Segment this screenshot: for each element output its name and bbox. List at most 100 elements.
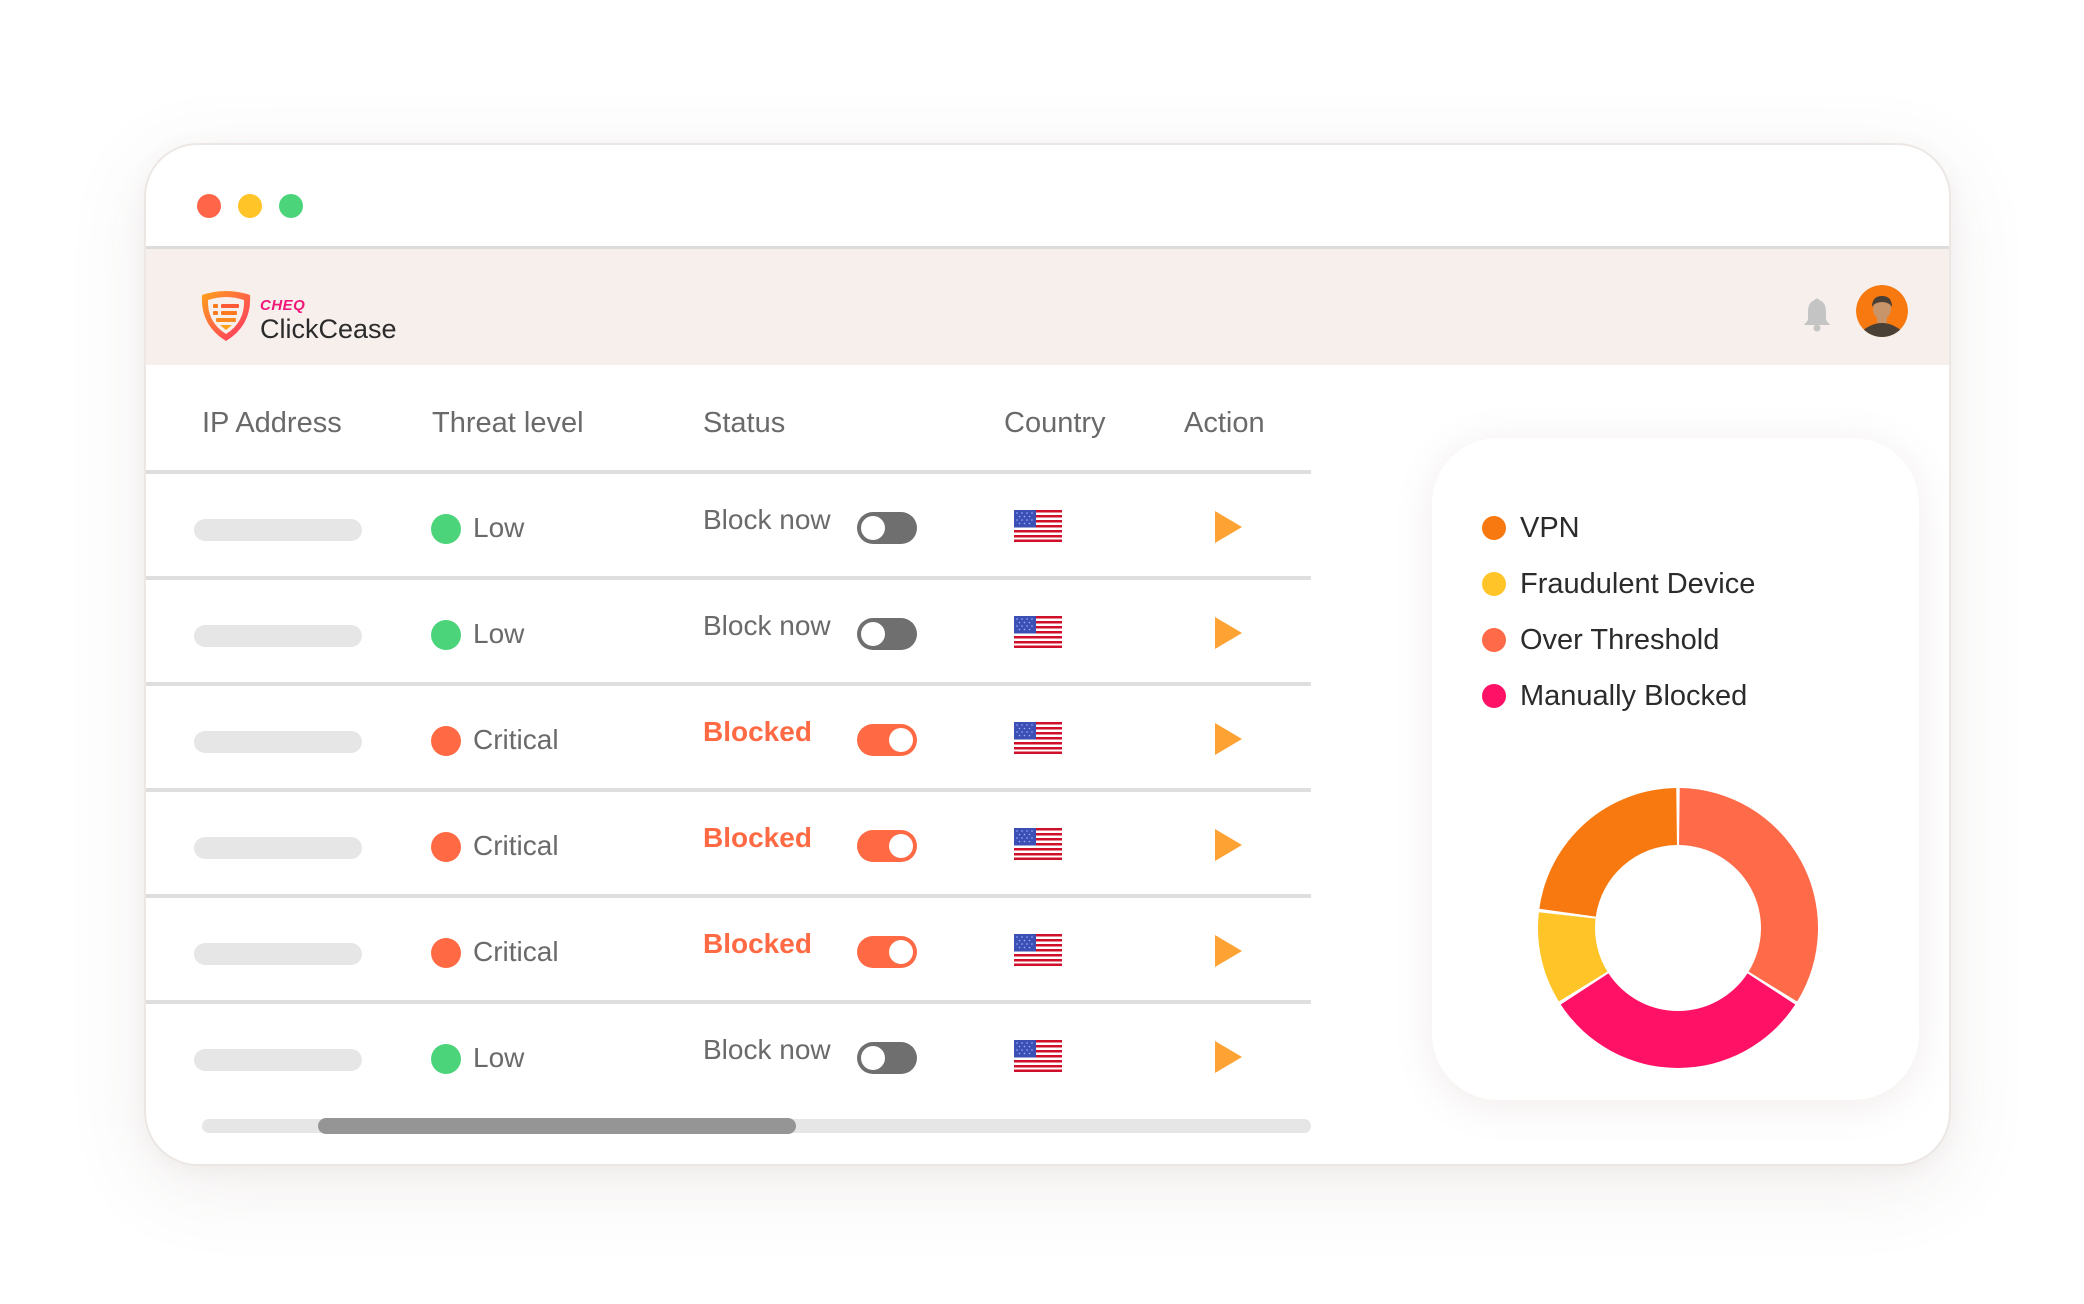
chart-legend: VPN Fraudulent Device Over Threshold Manual… (1482, 500, 1755, 724)
status-label: Blocked (703, 716, 812, 747)
us-flag-icon (1014, 934, 1062, 966)
notification-bell-icon[interactable] (1802, 298, 1832, 332)
play-icon (1215, 723, 1242, 755)
title-bar (146, 145, 1949, 249)
table-row[interactable]: Critical Blocked (146, 792, 1311, 898)
threat-level-indicator (431, 620, 461, 650)
legend-swatch (1482, 516, 1506, 540)
ip-threat-table: IP Address Threat level Status Country A… (146, 365, 1311, 1110)
threat-level-indicator (431, 938, 461, 968)
donut-slice-over-threshold[interactable] (1679, 788, 1818, 1002)
legend-label: VPN (1520, 511, 1580, 544)
legend-item[interactable]: Fraudulent Device (1482, 556, 1755, 612)
toggle-knob (861, 516, 885, 540)
legend-swatch (1482, 572, 1506, 596)
legend-label: Fraudulent Device (1520, 567, 1756, 600)
block-toggle[interactable] (857, 1042, 917, 1074)
play-action-button[interactable] (1213, 1040, 1243, 1074)
toggle-knob (889, 940, 913, 964)
threat-level-indicator (431, 1044, 461, 1074)
ip-address-placeholder (194, 943, 362, 965)
us-flag-icon (1014, 616, 1062, 648)
status-label: Block now (703, 1034, 831, 1065)
table-body: Low Block now Low Block now Critical Blo… (146, 474, 1311, 1110)
ip-address-placeholder (194, 625, 362, 647)
ip-address-placeholder (194, 837, 362, 859)
table-header: IP Address Threat level Status Country A… (146, 365, 1311, 474)
brand-name-label: ClickCease (260, 314, 397, 344)
ip-address-placeholder (194, 731, 362, 753)
play-icon (1215, 511, 1242, 543)
horizontal-scrollbar[interactable] (202, 1118, 1311, 1134)
play-icon (1215, 617, 1242, 649)
legend-label: Manually Blocked (1520, 679, 1748, 712)
threat-level-label: Low (473, 618, 525, 649)
close-window-button[interactable] (197, 194, 221, 218)
toggle-knob (889, 834, 913, 858)
column-header-action[interactable]: Action (1184, 407, 1265, 440)
table-row[interactable]: Low Block now (146, 474, 1311, 580)
play-action-button[interactable] (1213, 722, 1243, 756)
ip-address-placeholder (194, 519, 362, 541)
play-icon (1215, 935, 1242, 967)
play-action-button[interactable] (1213, 510, 1243, 544)
legend-item[interactable]: VPN (1482, 500, 1755, 556)
legend-item[interactable]: Manually Blocked (1482, 668, 1755, 724)
column-header-threat-level[interactable]: Threat level (432, 407, 584, 440)
threat-level-label: Critical (473, 724, 559, 755)
minimize-window-button[interactable] (238, 194, 262, 218)
threat-level-label: Low (473, 1042, 525, 1073)
legend-item[interactable]: Over Threshold (1482, 612, 1755, 668)
threat-level-label: Critical (473, 936, 559, 967)
ip-address-placeholder (194, 1049, 362, 1071)
toggle-knob (861, 1046, 885, 1070)
brand-parent-label: CHEQ (260, 297, 306, 314)
threat-level-indicator (431, 726, 461, 756)
table-row[interactable]: Critical Blocked (146, 898, 1311, 1004)
legend-swatch (1482, 628, 1506, 652)
threat-level-label: Critical (473, 830, 559, 861)
app-header: CHEQ ClickCease (146, 249, 1949, 365)
column-header-status[interactable]: Status (703, 407, 785, 440)
block-toggle[interactable] (857, 830, 917, 862)
play-action-button[interactable] (1213, 934, 1243, 968)
threat-level-label: Low (473, 512, 525, 543)
status-label: Block now (703, 610, 831, 641)
us-flag-icon (1014, 828, 1062, 860)
threat-donut-chart (1538, 788, 1818, 1068)
column-header-ip-address[interactable]: IP Address (202, 407, 342, 440)
us-flag-icon (1014, 1040, 1062, 1072)
table-row[interactable]: Low Block now (146, 1004, 1311, 1110)
play-icon (1215, 1041, 1242, 1073)
toggle-knob (861, 622, 885, 646)
donut-slice-vpn[interactable] (1539, 788, 1677, 917)
column-header-country[interactable]: Country (1004, 407, 1106, 440)
scrollbar-thumb[interactable] (318, 1118, 796, 1134)
legend-swatch (1482, 684, 1506, 708)
play-action-button[interactable] (1213, 616, 1243, 650)
legend-label: Over Threshold (1520, 623, 1720, 656)
block-toggle[interactable] (857, 724, 917, 756)
us-flag-icon (1014, 510, 1062, 542)
threat-level-indicator (431, 514, 461, 544)
play-icon (1215, 829, 1242, 861)
maximize-window-button[interactable] (279, 194, 303, 218)
status-label: Block now (703, 504, 831, 535)
toggle-knob (889, 728, 913, 752)
status-label: Blocked (703, 928, 812, 959)
block-toggle[interactable] (857, 618, 917, 650)
status-label: Blocked (703, 822, 812, 853)
user-avatar[interactable] (1856, 285, 1908, 337)
table-row[interactable]: Low Block now (146, 580, 1311, 686)
play-action-button[interactable] (1213, 828, 1243, 862)
threat-level-indicator (431, 832, 461, 862)
clickcease-logo[interactable]: CHEQ ClickCease (198, 289, 397, 343)
block-toggle[interactable] (857, 936, 917, 968)
table-row[interactable]: Critical Blocked (146, 686, 1311, 792)
threat-breakdown-card: VPN Fraudulent Device Over Threshold Manual… (1432, 438, 1919, 1100)
us-flag-icon (1014, 722, 1062, 754)
shield-logo-icon (201, 291, 251, 341)
block-toggle[interactable] (857, 512, 917, 544)
donut-slice-manually-blocked[interactable] (1560, 973, 1796, 1068)
app-window: CHEQ ClickCease IP Address Threat level … (144, 143, 1951, 1166)
